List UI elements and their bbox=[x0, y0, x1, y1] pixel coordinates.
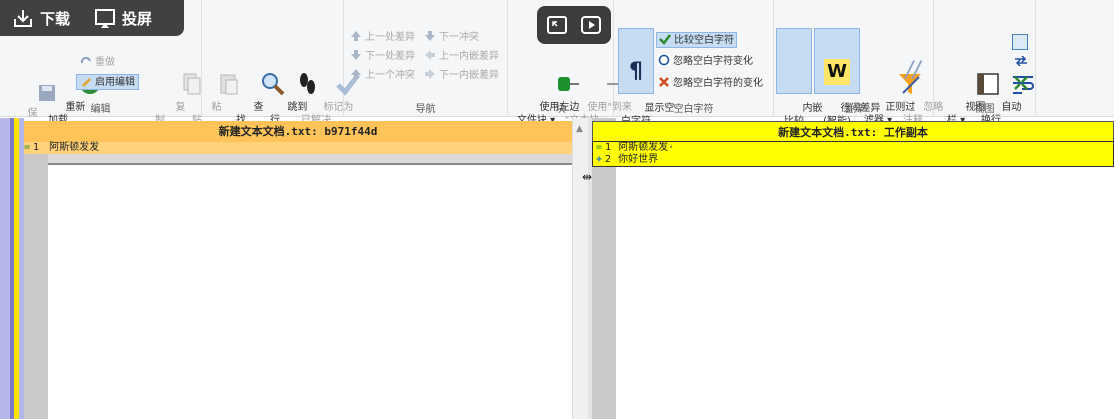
compare-whitespace-option[interactable]: 比较空白字符 bbox=[656, 32, 737, 48]
paste-icon bbox=[187, 58, 238, 95]
enable-edit-button[interactable]: 启用编辑 bbox=[76, 74, 139, 90]
view-group-label: 视图 bbox=[974, 104, 995, 115]
arrow-up-icon bbox=[350, 30, 362, 42]
cast-icon[interactable] bbox=[94, 7, 116, 29]
arrow-down-icon bbox=[424, 30, 436, 42]
view-group: 视图 栏 ▾ 自动 换行 视图 bbox=[934, 0, 1036, 126]
left-text-area[interactable] bbox=[48, 167, 572, 419]
ignore-whitespace-all-option[interactable]: 忽略空白字符的变化 bbox=[658, 76, 763, 92]
arrow-left-icon bbox=[424, 49, 436, 61]
word-wrap-icon bbox=[978, 58, 1034, 94]
redo-button[interactable]: 重做 bbox=[80, 55, 115, 71]
use-right-icon bbox=[573, 58, 628, 89]
inline-diff-icon bbox=[781, 59, 836, 91]
next-conflict-button[interactable]: 下一冲突 bbox=[424, 30, 479, 46]
whitespace-group: ¶ 显示空 白字符 比较空白字符 忽略空白字符变化 忽略空白字符的变化 空白字符 bbox=[614, 0, 774, 127]
right-text-area[interactable] bbox=[616, 167, 1114, 419]
next-inline-diff-button[interactable]: 下一内嵌差异 bbox=[424, 68, 499, 84]
use-left-icon bbox=[523, 58, 579, 91]
layout-toggle-icon[interactable] bbox=[1012, 34, 1028, 50]
check-icon bbox=[659, 33, 671, 45]
cast-label[interactable]: 投屏 bbox=[122, 8, 152, 29]
prev-diff-button[interactable]: 上一处差异 bbox=[350, 30, 415, 46]
left-line-gutter bbox=[24, 142, 48, 419]
redo-icon bbox=[80, 55, 92, 67]
arrow-right-icon bbox=[424, 68, 436, 80]
scroll-up-icon[interactable]: ▲ bbox=[576, 124, 583, 134]
inline-compare-button[interactable]: 内嵌 比较 bbox=[776, 28, 836, 127]
magnifier-icon bbox=[228, 58, 285, 96]
edit-pencil-icon bbox=[80, 75, 92, 87]
comment-slash-icon: // bbox=[905, 58, 921, 83]
resize-cursor-icon: ⇹ bbox=[582, 170, 593, 184]
refresh-icon bbox=[45, 58, 100, 94]
prev-inline-diff-button[interactable]: 上一内嵌差异 bbox=[424, 49, 499, 65]
edit-group-label: 编辑 bbox=[90, 104, 111, 115]
right-line-1[interactable]: = 1 阿斯顿发发· bbox=[596, 142, 1112, 154]
show-whitespace-button[interactable]: ¶ 显示空 白字符 bbox=[618, 28, 674, 127]
left-line-1[interactable]: = 1 阿斯顿发发 bbox=[24, 142, 572, 154]
video-overlay-bar: 下载 投屏 bbox=[0, 0, 184, 36]
video-control-pill bbox=[537, 6, 611, 44]
diff-group-label: 差异 bbox=[843, 104, 864, 115]
cross-icon bbox=[658, 76, 670, 88]
navigation-group-label: 导航 bbox=[415, 104, 436, 115]
radio-empty-icon bbox=[658, 54, 670, 66]
arrow-up-icon bbox=[350, 68, 362, 80]
left-overview-gutter bbox=[0, 118, 10, 419]
download-label[interactable]: 下载 bbox=[40, 8, 70, 29]
arrow-down-icon bbox=[350, 49, 362, 61]
footprints-icon bbox=[262, 58, 315, 94]
line-diff-smart-button[interactable]: W 行间差异 (智能) bbox=[814, 28, 880, 127]
left-missing-line-placeholder bbox=[48, 154, 572, 165]
pip-icon[interactable] bbox=[546, 14, 568, 36]
word-diff-icon: W bbox=[824, 59, 850, 85]
swap-arrows-icon[interactable] bbox=[1014, 55, 1028, 67]
ignore-whitespace-change-option[interactable]: 忽略空白字符变化 bbox=[658, 54, 753, 70]
view-panel-icon bbox=[943, 58, 999, 95]
download-icon[interactable] bbox=[12, 7, 34, 29]
copy-icon bbox=[150, 58, 201, 95]
left-pane-header: 新建文本文档.txt: b971f44d bbox=[24, 121, 572, 142]
save-icon bbox=[5, 70, 55, 101]
funnel-icon bbox=[865, 58, 921, 94]
diff-group: 内嵌 比较 W 行间差异 (智能) 正则过 滤器 ▾ // 忽略 注释 差异 bbox=[774, 0, 943, 127]
right-pane-header: 新建文本文档.txt: 工作副本 bbox=[592, 121, 1114, 142]
next-diff-button[interactable]: 下一处差异 bbox=[350, 49, 415, 65]
pilcrow-icon: ¶ bbox=[629, 59, 643, 84]
checkmark-icon bbox=[303, 58, 360, 96]
find-group: 查 找 跳到 行 标记为 已解决 bbox=[218, 0, 360, 126]
video-play-icon[interactable] bbox=[580, 14, 602, 36]
whitespace-group-label: 空白字符 bbox=[673, 104, 714, 115]
right-line-2[interactable]: +2 你好世界 bbox=[596, 154, 1112, 166]
expand-collapse-icon[interactable] bbox=[1014, 76, 1028, 90]
navigation-group: 上一处差异 下一冲突 下一处差异 上一内嵌差异 上一个冲突 下一内嵌差异 导航 bbox=[344, 0, 508, 117]
block-group-label: 块 bbox=[555, 104, 566, 115]
prev-conflict-button[interactable]: 上一个冲突 bbox=[350, 68, 415, 84]
left-vertical-scrollbar[interactable]: ▲ bbox=[572, 118, 588, 419]
diff-app-window: 保 存 重新 加载 重做 启用编辑 复 制 bbox=[0, 0, 1114, 419]
